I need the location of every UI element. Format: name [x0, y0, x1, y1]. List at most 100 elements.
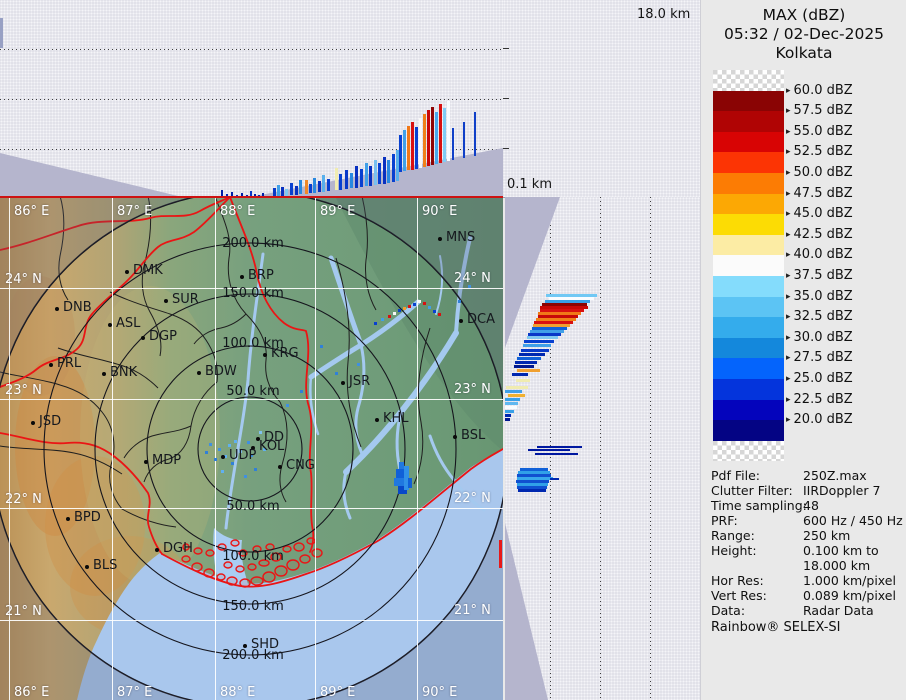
echo-bar: [427, 110, 430, 166]
echo-bar: [419, 118, 422, 168]
echo-bar: [505, 398, 520, 401]
info-row: Data:Radar Data: [711, 603, 874, 618]
city-dot-dgh: [155, 548, 159, 552]
echo-bar: [435, 112, 438, 164]
map-echo-speck: [388, 315, 391, 318]
longitude-gridline: [315, 196, 316, 700]
max-height-label: 18.0 km: [637, 7, 690, 22]
city-label-dca: DCA: [467, 312, 495, 327]
dbz-value: 60.0 dBZ: [794, 83, 853, 98]
map-echo-speck: [403, 307, 406, 310]
echo-bar: [387, 160, 390, 183]
map-echo-speck: [247, 441, 250, 444]
scale-band: [713, 297, 784, 318]
echo-bar: [528, 449, 570, 451]
dbz-scale-label: ▸25.0 dBZ: [786, 371, 853, 386]
dbz-scale-label: ▸20.0 dBZ: [786, 412, 853, 427]
software-brand: Rainbow® SELEX-SI: [711, 620, 841, 635]
scale-arrow-icon: ▸: [786, 106, 791, 116]
product-datetime: 05:32 / 02-Dec-2025: [701, 25, 906, 43]
city-label-asl: ASL: [116, 316, 140, 331]
range-ring-label: 50.0 km: [203, 499, 303, 514]
echo-bar: [463, 122, 465, 158]
info-value: Radar Data: [803, 603, 874, 618]
scale-band: [713, 91, 784, 112]
echo-bar: [474, 112, 476, 156]
map-echo-speck: [218, 448, 221, 451]
city-label-mns: MNS: [446, 230, 475, 245]
scale-arrow-icon: ▸: [786, 312, 791, 322]
city-label-sur: SUR: [172, 292, 199, 307]
city-label-mdp: MDP: [152, 453, 181, 468]
city-label-brp: BRP: [248, 268, 274, 283]
city-dot-dgp: [141, 336, 145, 340]
city-label-bsl: BSL: [461, 428, 485, 443]
scale-band: [713, 235, 784, 256]
dbz-scale-label: ▸57.5 dBZ: [786, 103, 853, 118]
city-label-prl: PRL: [57, 356, 81, 371]
dbz-value: 55.0 dBZ: [794, 124, 853, 139]
dbz-value: 25.0 dBZ: [794, 371, 853, 386]
map-echo-speck: [393, 312, 396, 315]
legend-panel: MAX (dBZ) 05:32 / 02-Dec-2025 Kolkata ▸6…: [700, 0, 906, 700]
dbz-value: 27.5 dBZ: [794, 350, 853, 365]
map-echo-speck: [286, 404, 289, 407]
info-value: 0.089 km/pixel: [803, 588, 896, 603]
echo-bar: [345, 170, 348, 189]
map-echo-speck: [234, 440, 237, 443]
dbz-scale-label: ▸47.5 dBZ: [786, 186, 853, 201]
dbz-scale-label: ▸35.0 dBZ: [786, 289, 853, 304]
map-echo-speck: [374, 322, 377, 325]
dbz-value: 45.0 dBZ: [794, 206, 853, 221]
echo-bar: [535, 453, 578, 455]
city-label-bdw: BDW: [205, 364, 237, 379]
echo-bar: [277, 185, 280, 196]
city-dot-bpd: [66, 517, 70, 521]
city-dot-sur: [164, 299, 168, 303]
right-height-profile-panel: [505, 197, 700, 700]
echo-bar: [505, 418, 510, 421]
info-value: 250Z.max: [803, 468, 867, 483]
scale-band: [713, 111, 784, 132]
longitude-gridline: [417, 196, 418, 700]
dbz-value: 30.0 dBZ: [794, 330, 853, 345]
info-label: PRF:: [711, 513, 803, 528]
scale-arrow-icon: ▸: [786, 230, 791, 240]
scale-band: [713, 358, 784, 379]
map-echo-speck: [300, 390, 303, 393]
dbz-color-scale: [713, 70, 784, 462]
longitude-gridline: [215, 196, 216, 700]
info-value: 0.100 km to: [803, 543, 879, 558]
scale-arrow-icon: ▸: [786, 250, 791, 260]
echo-bar: [335, 168, 338, 190]
map-echo-speck: [228, 444, 231, 447]
city-dot-khl: [375, 418, 379, 422]
range-ring-label: 150.0 km: [203, 599, 303, 614]
radar-site-name: Kolkata: [701, 44, 906, 62]
echo-bar: [0, 18, 3, 48]
dbz-value: 20.0 dBZ: [794, 412, 853, 427]
map-echo-speck: [209, 443, 212, 446]
info-label: Data:: [711, 603, 803, 618]
map-echo-speck: [433, 310, 436, 313]
scale-band: [713, 420, 784, 441]
info-row: PRF:600 Hz / 450 Hz: [711, 513, 903, 528]
map-echo-speck: [205, 451, 208, 454]
scale-arrow-icon: ▸: [786, 127, 791, 137]
city-dot-bls: [85, 565, 89, 569]
latitude-gridline: [0, 620, 503, 621]
map-echo-speck: [357, 363, 360, 366]
echo-bar: [309, 184, 312, 193]
map-echo-speck: [458, 300, 461, 303]
latitude-label-left: 22° N: [5, 492, 42, 507]
city-label-dgh: DGH: [163, 541, 193, 556]
scale-arrow-icon: ▸: [786, 209, 791, 219]
top-height-profile-panel: [0, 0, 503, 196]
city-label-bpd: BPD: [74, 510, 101, 525]
echo-bar: [355, 166, 358, 188]
dbz-value: 52.5 dBZ: [794, 144, 853, 159]
dbz-value: 32.5 dBZ: [794, 309, 853, 324]
echo-bar: [550, 478, 559, 480]
dbz-scale-label: ▸30.0 dBZ: [786, 330, 853, 345]
latitude-label-right: 23° N: [454, 382, 491, 397]
